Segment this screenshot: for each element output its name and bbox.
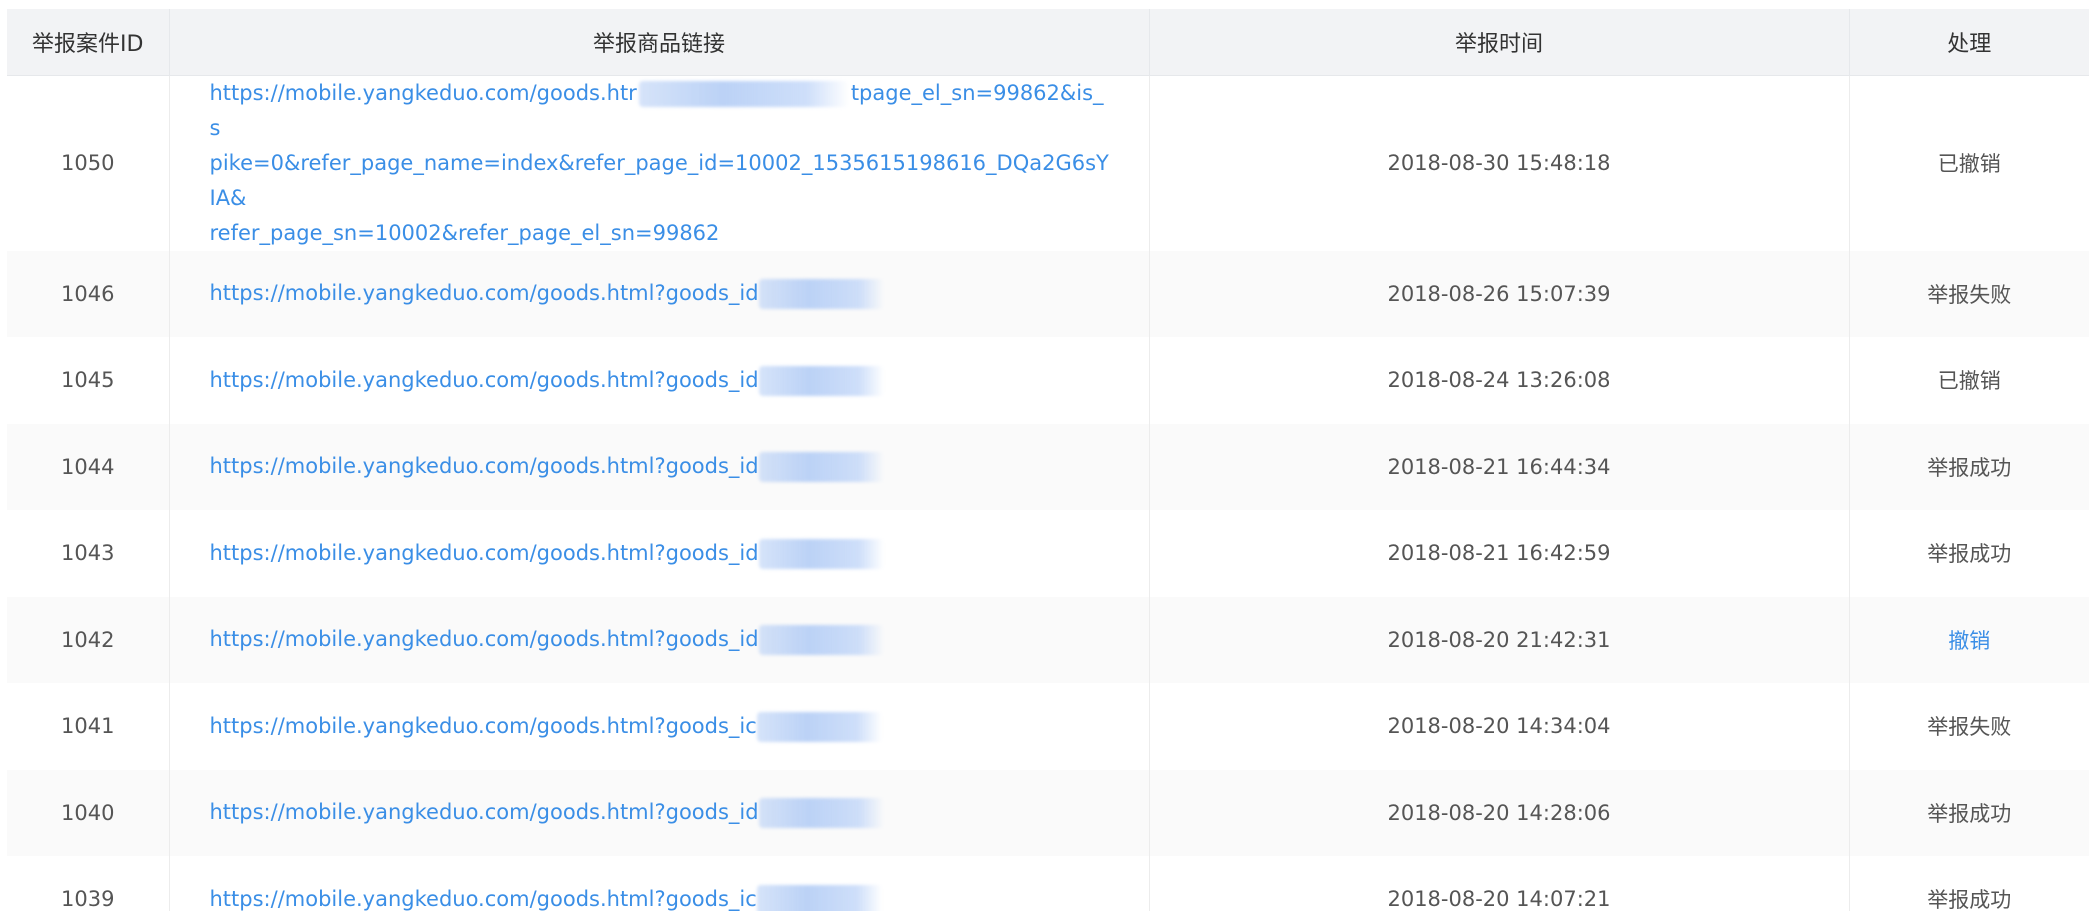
product-link[interactable]: https://mobile.yangkeduo.com/goods.htr tp… bbox=[210, 76, 1110, 251]
status-cell: 举报成功 bbox=[1927, 455, 2012, 480]
product-link-cell: https://mobile.yangkeduo.com/goods.html?… bbox=[169, 856, 1150, 911]
table-row: 1039 https://mobile.yangkeduo.com/goods.… bbox=[7, 856, 2089, 911]
report-id-cell: 1039 bbox=[7, 856, 170, 911]
product-link[interactable]: https://mobile.yangkeduo.com/goods.html?… bbox=[210, 795, 884, 830]
report-id-cell: 1043 bbox=[7, 510, 170, 597]
product-link-cell: https://mobile.yangkeduo.com/goods.html?… bbox=[169, 683, 1150, 770]
redacted-blur bbox=[758, 452, 884, 483]
redacted-blur bbox=[758, 279, 884, 310]
status-cell: 举报成功 bbox=[1927, 801, 2012, 826]
report-id-cell: 1045 bbox=[7, 337, 170, 424]
report-id-cell: 1044 bbox=[7, 423, 170, 510]
report-time-cell: 2018-08-21 16:44:34 bbox=[1149, 423, 1850, 510]
report-id-cell: 1040 bbox=[7, 769, 170, 856]
status-cell: 举报失败 bbox=[1927, 282, 2012, 307]
link-text: https://mobile.yangkeduo.com/goods.html?… bbox=[209, 540, 759, 565]
product-link[interactable]: https://mobile.yangkeduo.com/goods.html?… bbox=[210, 536, 884, 571]
report-time-cell: 2018-08-20 14:34:04 bbox=[1149, 683, 1850, 770]
status-cell: 举报失败 bbox=[1927, 715, 2012, 740]
product-link-cell: https://mobile.yangkeduo.com/goods.html?… bbox=[169, 510, 1150, 597]
table-row: 1041 https://mobile.yangkeduo.com/goods.… bbox=[7, 683, 2089, 770]
status-cell: 举报成功 bbox=[1927, 888, 2012, 911]
link-text: https://mobile.yangkeduo.com/goods.html?… bbox=[209, 800, 759, 825]
link-text: https://mobile.yangkeduo.com/goods.html?… bbox=[209, 713, 757, 738]
table-row: 1050 https://mobile.yangkeduo.com/goods.… bbox=[7, 75, 2089, 251]
status-cell: 已撤销 bbox=[1937, 152, 2001, 176]
link-text-line2: pike=0&refer_page_name=index&refer_page_… bbox=[209, 150, 1109, 210]
header-report-time: 举报时间 bbox=[1149, 9, 1850, 76]
report-table: 举报案件ID 举报商品链接 举报时间 处理 1050 https://mobil… bbox=[7, 9, 2089, 911]
report-time-cell: 2018-08-30 15:48:18 bbox=[1149, 75, 1850, 251]
redacted-blur bbox=[758, 798, 884, 829]
table-row: 1046 https://mobile.yangkeduo.com/goods.… bbox=[7, 250, 2089, 337]
redacted-blur bbox=[756, 884, 882, 911]
status-cell: 撤销 bbox=[1849, 597, 2089, 684]
report-id-cell: 1041 bbox=[7, 683, 170, 770]
header-row: 举报案件ID 举报商品链接 举报时间 处理 bbox=[7, 9, 2089, 76]
table-row: 1042 https://mobile.yangkeduo.com/goods.… bbox=[7, 596, 2089, 684]
table-row: 1045 https://mobile.yangkeduo.com/goods.… bbox=[7, 337, 2089, 424]
report-id-cell: 1050 bbox=[7, 75, 170, 251]
header-report-id: 举报案件ID bbox=[7, 9, 170, 76]
header-action: 处理 bbox=[1849, 9, 2089, 76]
header-product-link: 举报商品链接 bbox=[169, 9, 1150, 76]
report-time-cell: 2018-08-24 13:26:08 bbox=[1149, 337, 1850, 424]
redacted-blur bbox=[756, 711, 882, 742]
table-row: 1044 https://mobile.yangkeduo.com/goods.… bbox=[7, 423, 2089, 510]
table-row: 1043 https://mobile.yangkeduo.com/goods.… bbox=[7, 510, 2089, 597]
link-text: https://mobile.yangkeduo.com/goods.html?… bbox=[209, 627, 759, 652]
link-text-part1: https://mobile.yangkeduo.com/goods.htr bbox=[209, 80, 637, 105]
link-text: https://mobile.yangkeduo.com/goods.html?… bbox=[209, 454, 759, 479]
report-table-container: 举报案件ID 举报商品链接 举报时间 处理 1050 https://mobil… bbox=[7, 9, 2089, 911]
product-link-cell: https://mobile.yangkeduo.com/goods.html?… bbox=[169, 250, 1150, 337]
product-link-cell: https://mobile.yangkeduo.com/goods.html?… bbox=[169, 769, 1150, 856]
table-row: 1040 https://mobile.yangkeduo.com/goods.… bbox=[7, 769, 2089, 856]
link-text: https://mobile.yangkeduo.com/goods.html?… bbox=[209, 886, 757, 911]
report-time-cell: 2018-08-26 15:07:39 bbox=[1149, 250, 1850, 337]
link-text: https://mobile.yangkeduo.com/goods.html?… bbox=[209, 367, 759, 392]
status-cell: 举报成功 bbox=[1927, 542, 2012, 567]
product-link-cell: https://mobile.yangkeduo.com/goods.htr tp… bbox=[169, 75, 1150, 251]
report-id-cell: 1042 bbox=[7, 596, 170, 683]
product-link[interactable]: https://mobile.yangkeduo.com/goods.html?… bbox=[210, 622, 884, 657]
revoke-button[interactable]: 撤销 bbox=[1948, 629, 1990, 653]
redacted-blur bbox=[758, 625, 884, 656]
product-link-cell: https://mobile.yangkeduo.com/goods.html?… bbox=[169, 423, 1150, 510]
report-time-cell: 2018-08-20 14:07:21 bbox=[1149, 856, 1850, 911]
product-link[interactable]: https://mobile.yangkeduo.com/goods.html?… bbox=[210, 709, 882, 744]
report-time-cell: 2018-08-20 21:42:31 bbox=[1149, 596, 1850, 683]
product-link[interactable]: https://mobile.yangkeduo.com/goods.html?… bbox=[210, 882, 882, 911]
link-text: https://mobile.yangkeduo.com/goods.html?… bbox=[209, 281, 759, 306]
redacted-blur bbox=[758, 365, 884, 396]
link-text-line3: refer_page_sn=10002&refer_page_el_sn=998… bbox=[209, 220, 720, 245]
report-time-cell: 2018-08-21 16:42:59 bbox=[1149, 510, 1850, 597]
report-id-cell: 1046 bbox=[7, 250, 170, 337]
report-time-cell: 2018-08-20 14:28:06 bbox=[1149, 769, 1850, 856]
table-body: 1050 https://mobile.yangkeduo.com/goods.… bbox=[7, 75, 2089, 911]
table-header: 举报案件ID 举报商品链接 举报时间 处理 bbox=[7, 9, 2089, 76]
redacted-blur bbox=[758, 538, 884, 569]
status-cell: 已撤销 bbox=[1937, 369, 2001, 394]
product-link-cell: https://mobile.yangkeduo.com/goods.html?… bbox=[169, 596, 1150, 683]
redacted-blur bbox=[638, 80, 849, 107]
product-link[interactable]: https://mobile.yangkeduo.com/goods.html?… bbox=[210, 363, 884, 398]
product-link[interactable]: https://mobile.yangkeduo.com/goods.html?… bbox=[210, 449, 884, 484]
product-link-cell: https://mobile.yangkeduo.com/goods.html?… bbox=[169, 337, 1150, 424]
product-link[interactable]: https://mobile.yangkeduo.com/goods.html?… bbox=[210, 276, 884, 311]
